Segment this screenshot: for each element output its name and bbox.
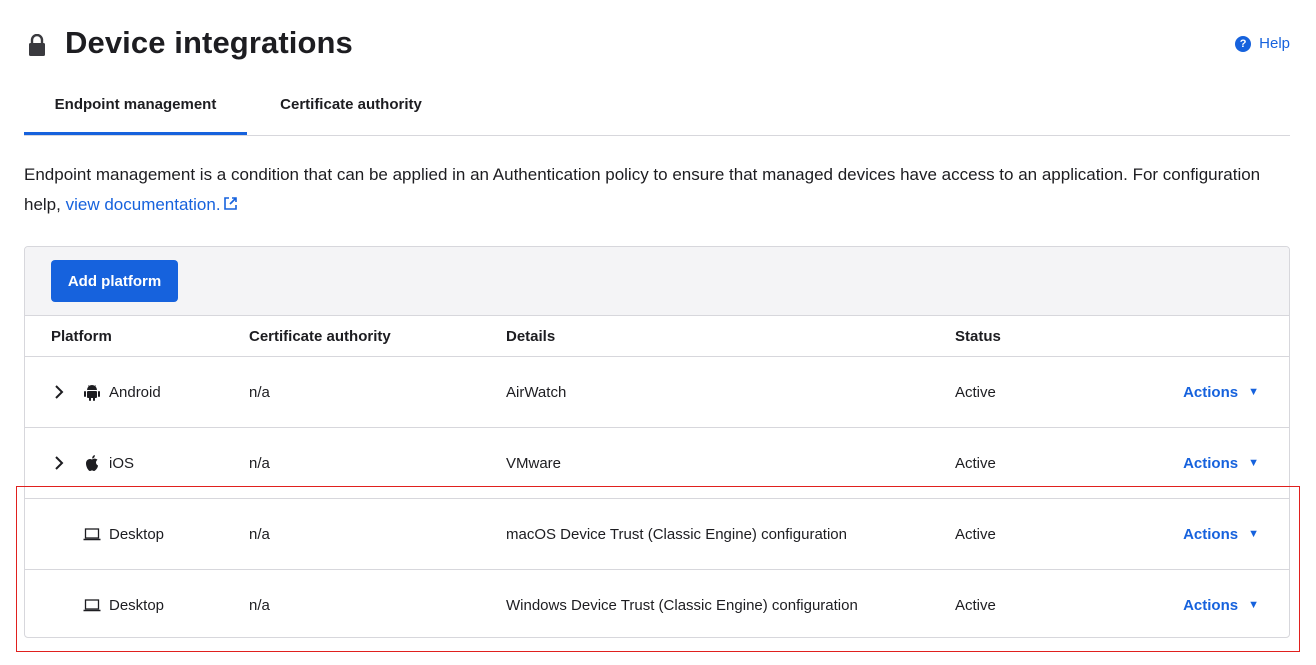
caret-down-icon: ▼ bbox=[1248, 386, 1259, 398]
actions-dropdown[interactable]: Actions ▼ bbox=[1183, 570, 1259, 637]
status-value: Active bbox=[955, 525, 996, 543]
actions-dropdown[interactable]: Actions ▼ bbox=[1183, 357, 1259, 427]
add-platform-button[interactable]: Add platform bbox=[51, 260, 178, 302]
table-toolbar: Add platform bbox=[25, 247, 1289, 316]
actions-label: Actions bbox=[1183, 454, 1239, 472]
certificate-authority-value: n/a bbox=[249, 454, 270, 472]
tab-certificate-authority[interactable]: Certificate authority bbox=[274, 84, 428, 132]
column-header-certificate-authority: Certificate authority bbox=[249, 327, 391, 345]
column-header-status: Status bbox=[955, 327, 1001, 345]
chevron-right-icon[interactable] bbox=[51, 455, 67, 471]
status-value: Active bbox=[955, 454, 996, 472]
status-value: Active bbox=[955, 383, 996, 401]
chevron-right-icon[interactable] bbox=[51, 384, 67, 400]
laptop-icon bbox=[83, 528, 101, 541]
platform-name: Android bbox=[109, 383, 161, 401]
tab-bar: Endpoint management Certificate authorit… bbox=[24, 84, 1290, 136]
help-icon: ? bbox=[1235, 35, 1252, 52]
table-row: Desktop n/a Windows Device Trust (Classi… bbox=[25, 570, 1289, 637]
lock-icon bbox=[29, 34, 45, 56]
actions-dropdown[interactable]: Actions ▼ bbox=[1183, 499, 1259, 569]
external-link-icon bbox=[223, 197, 237, 210]
column-header-details: Details bbox=[506, 327, 556, 345]
details-value: Windows Device Trust (Classic Engine) co… bbox=[506, 596, 858, 614]
platform-name: iOS bbox=[109, 454, 135, 472]
table-row: Android n/a AirWatch Active Actions ▼ bbox=[25, 357, 1289, 428]
certificate-authority-value: n/a bbox=[249, 383, 270, 401]
platform-name: Desktop bbox=[109, 596, 165, 614]
help-link[interactable]: ? Help bbox=[1235, 35, 1290, 52]
view-documentation-link[interactable]: view documentation. bbox=[66, 195, 238, 214]
android-icon bbox=[84, 385, 100, 401]
details-value: AirWatch bbox=[506, 383, 567, 401]
laptop-icon bbox=[83, 599, 101, 612]
platform-name: Desktop bbox=[109, 525, 165, 543]
page-header: Device integrations ? Help bbox=[24, 24, 1290, 68]
certificate-authority-value: n/a bbox=[249, 525, 270, 543]
page-title: Device integrations bbox=[65, 25, 353, 60]
platforms-table: Add platform Platform Certificate author… bbox=[24, 246, 1290, 638]
certificate-authority-value: n/a bbox=[249, 596, 270, 614]
caret-down-icon: ▼ bbox=[1248, 457, 1259, 469]
tab-endpoint-management[interactable]: Endpoint management bbox=[24, 84, 247, 135]
caret-down-icon: ▼ bbox=[1248, 528, 1259, 540]
actions-label: Actions bbox=[1183, 525, 1239, 543]
actions-dropdown[interactable]: Actions ▼ bbox=[1183, 428, 1259, 498]
table-header: Platform Certificate authority Details S… bbox=[25, 316, 1289, 357]
apple-icon bbox=[86, 455, 98, 471]
help-label: Help bbox=[1259, 35, 1290, 52]
status-value: Active bbox=[955, 596, 996, 614]
actions-label: Actions bbox=[1183, 596, 1239, 614]
page-description: Endpoint management is a condition that … bbox=[24, 160, 1290, 220]
table-row: Desktop n/a macOS Device Trust (Classic … bbox=[25, 499, 1289, 570]
details-value: VMware bbox=[506, 454, 562, 472]
details-value: macOS Device Trust (Classic Engine) conf… bbox=[506, 525, 847, 543]
column-header-platform: Platform bbox=[51, 327, 112, 345]
actions-label: Actions bbox=[1183, 383, 1239, 401]
table-row: iOS n/a VMware Active Actions ▼ bbox=[25, 428, 1289, 499]
caret-down-icon: ▼ bbox=[1248, 599, 1259, 611]
